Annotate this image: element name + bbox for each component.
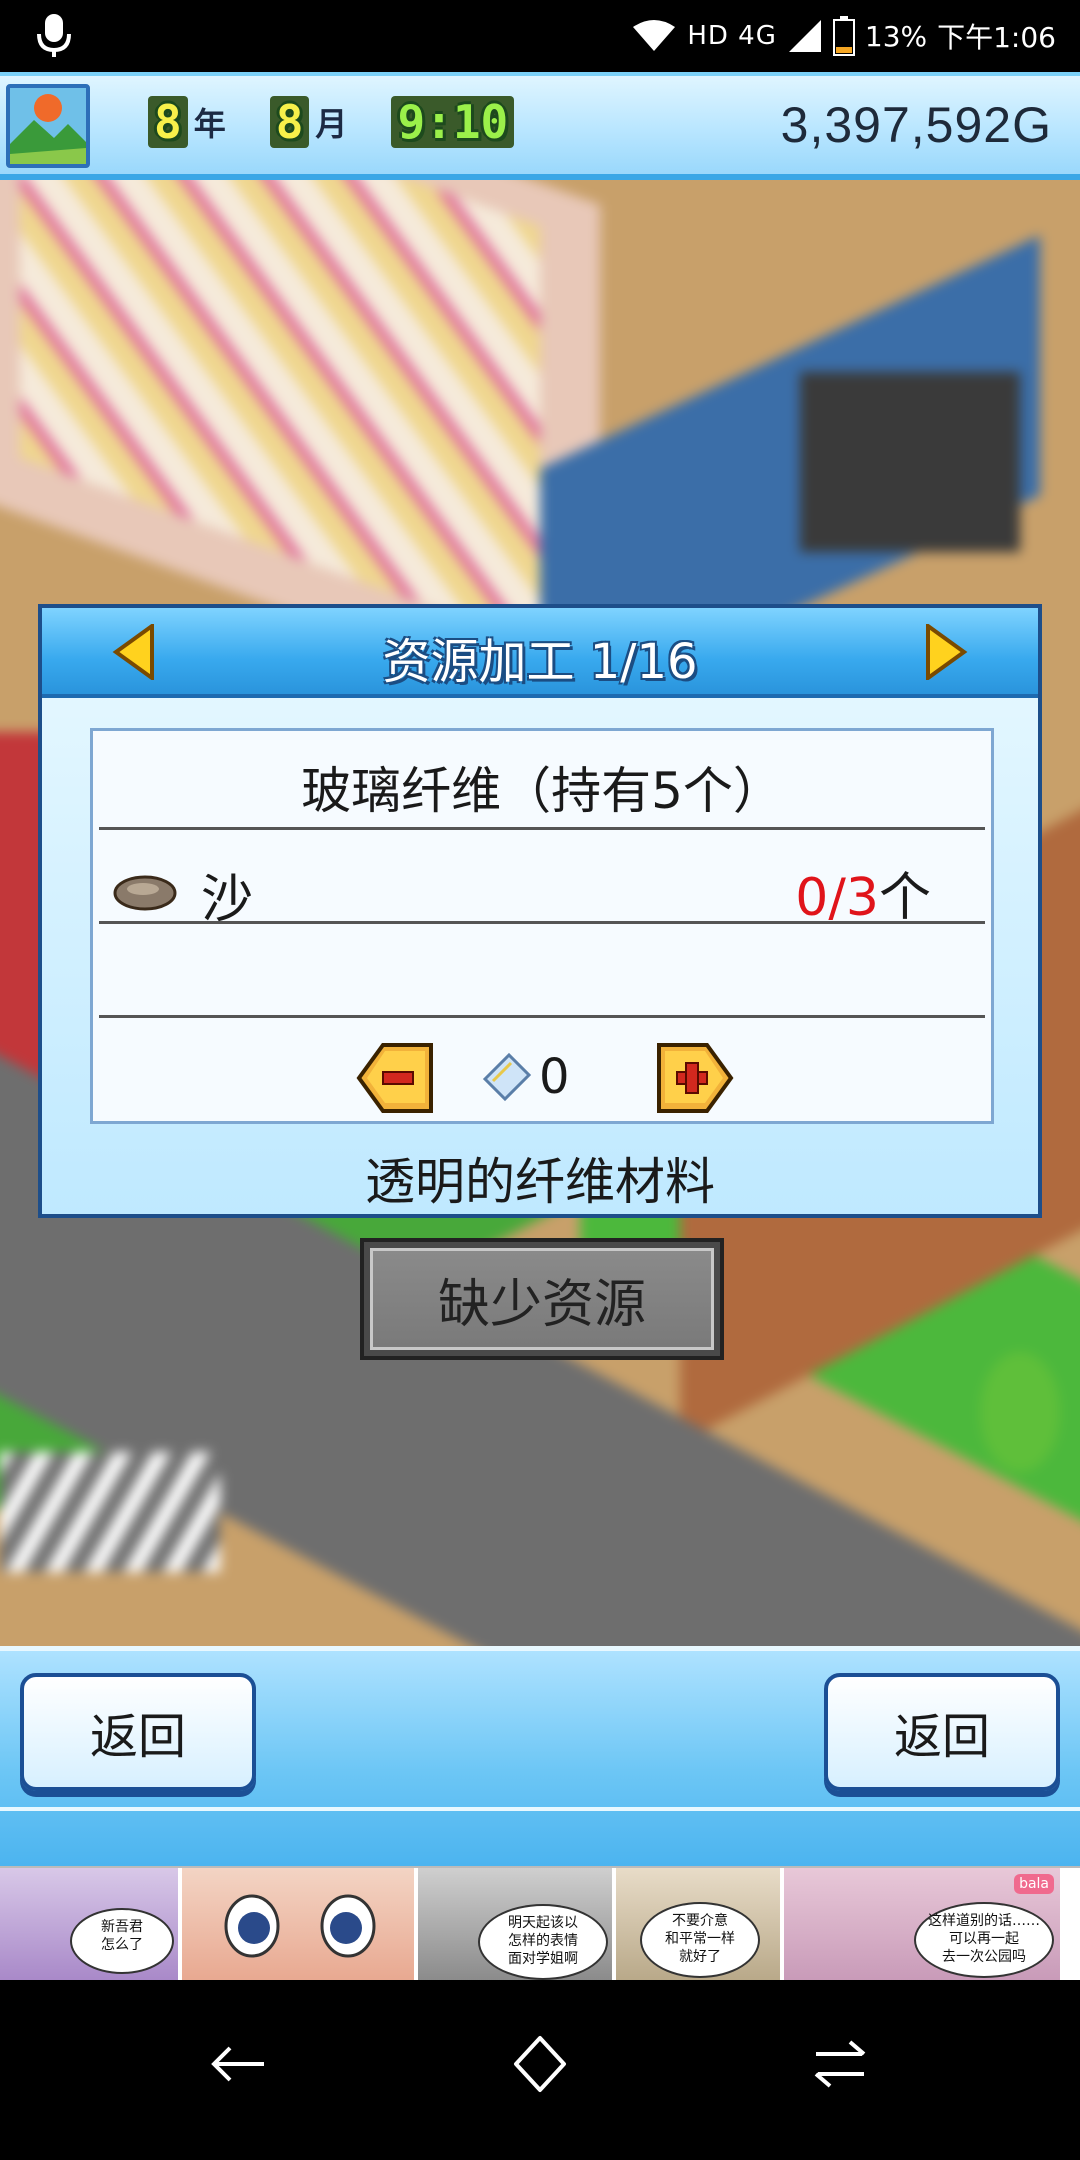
requirement-unit: 个 [878,868,931,928]
bottom-bar: 返回 返回 [0,1646,1080,1871]
ad-illustration [224,1894,376,1958]
requirement-have: 0/3 [795,868,879,928]
back-button-left[interactable]: 返回 [20,1673,256,1791]
item-name: 玻璃纤维（持有5个） [301,762,783,820]
top-hud: 8 年 8 月 9:10 3,397,592G [0,72,1080,180]
divider [99,1015,985,1018]
year-value: 8 [148,96,188,148]
ad-panel: 不要介意 和平常一样 就好了 [616,1868,780,1982]
resource-panel: 玻璃纤维（持有5个） 沙 0/3个 0 [90,728,994,1124]
ad-logo: bala [1014,1874,1054,1894]
ad-panel: 明天起该以 怎样的表情 面对学姐啊 [418,1868,612,1982]
item-description: 透明的纤维材料 [365,1153,715,1211]
resource-processing-dialog: 资源加工 1/16 玻璃纤维（持有5个） 沙 0/3个 0 透明的纤维材料 [38,604,1042,1218]
back-nav-icon[interactable] [210,2034,270,2094]
money-display: 3,397,592G [780,97,1052,153]
navigation-bar [0,1980,1080,2160]
next-arrow-icon[interactable] [924,624,968,680]
quantity-value: 0 [539,1049,570,1105]
ad-panel: 新吾君 怎么了 [0,1868,178,1982]
battery-icon [832,16,855,56]
ad-speech-bubble: 不要介意 和平常一样 就好了 [640,1902,760,1978]
ticket-icon [482,1052,532,1102]
dialog-header: 资源加工 1/16 [42,608,1038,698]
ad-banner[interactable]: 新吾君 怎么了 明天起该以 怎样的表情 面对学姐啊 不要介意 和平常一样 就好了… [0,1866,1080,1982]
back-button-right[interactable]: 返回 [824,1673,1060,1791]
game-time: 9:10 [391,96,515,148]
calendar-icon[interactable] [6,84,90,168]
divider [0,1807,1080,1811]
missing-resources-label: 缺少资源 [370,1248,714,1350]
divider [99,921,985,924]
quantity-selector: 0 [93,1041,991,1121]
recent-apps-nav-icon[interactable] [810,2034,870,2094]
dialog-title: 资源加工 1/16 [382,634,698,690]
ad-speech-bubble: 新吾君 怎么了 [70,1908,174,1974]
wifi-icon [633,20,676,51]
signal-icon [788,20,821,52]
ad-panel [182,1868,414,1982]
decrease-button[interactable] [355,1041,433,1115]
ad-speech-bubble: 这样道别的话…… 可以再一起 去一次公园吗 [914,1902,1054,1978]
battery-percent: 13% [864,19,928,53]
microphone-icon [37,14,71,57]
year-unit: 年 [193,105,226,143]
sand-icon [113,875,177,911]
clock: 下午1:06 [937,21,1056,54]
ad-panel: 这样道别的话…… 可以再一起 去一次公园吗 bala [784,1868,1060,1982]
ad-speech-bubble: 明天起该以 怎样的表情 面对学姐啊 [478,1904,608,1980]
increase-button[interactable] [657,1041,735,1115]
month-value: 8 [269,96,310,148]
status-bar: HD 4G 13% 下午1:06 [0,0,1080,72]
network-type: HD 4G [687,21,777,51]
month-unit: 月 [315,105,348,143]
divider [99,827,985,830]
game-date: 8 年 8 月 9:10 [148,96,515,148]
missing-resources-button[interactable]: 缺少资源 [360,1238,724,1360]
requirement-count: 0/3个 [795,855,931,930]
home-nav-icon[interactable] [510,2034,570,2094]
